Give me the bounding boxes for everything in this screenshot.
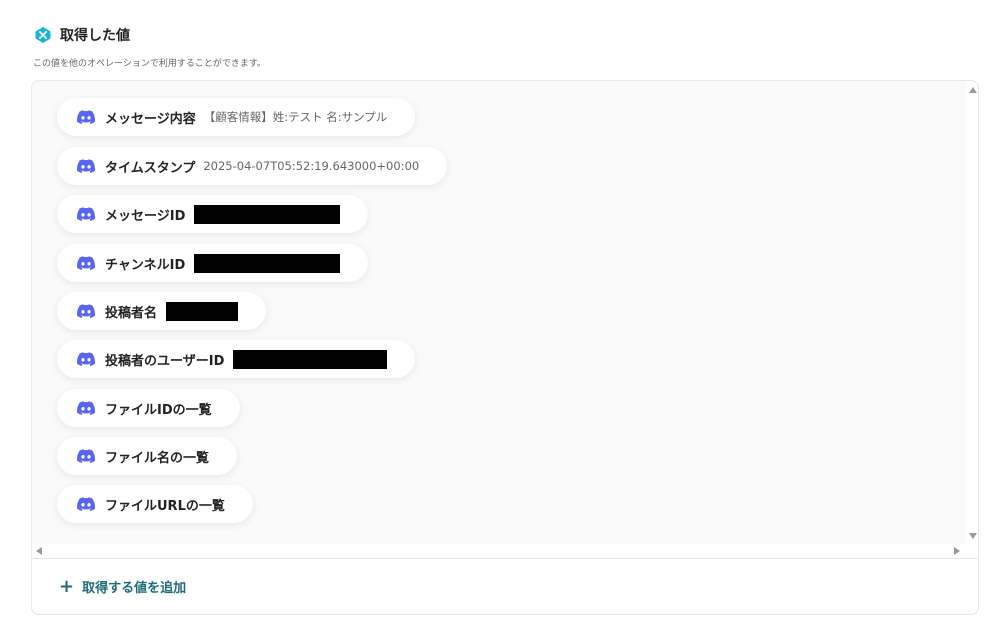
yoom-x-icon xyxy=(35,27,51,43)
value-chip-file-url-list[interactable]: ファイルURLの一覧 xyxy=(57,485,253,523)
value-label: ファイルIDの一覧 xyxy=(105,402,212,418)
plus-icon: + xyxy=(59,575,75,597)
value-chip-channel-id[interactable]: チャンネルID xyxy=(57,244,369,282)
value-chip-file-name-list[interactable]: ファイル名の一覧 xyxy=(57,437,238,475)
values-panel: メッセージ内容 【顧客情報】姓:テスト 名:サンプル タイムスタンプ 2025-… xyxy=(31,80,979,615)
section-title: 取得した値 xyxy=(60,28,130,44)
values-list: メッセージ内容 【顧客情報】姓:テスト 名:サンプル タイムスタンプ 2025-… xyxy=(32,81,966,544)
vertical-scrollbar[interactable] xyxy=(966,81,978,544)
redacted-value xyxy=(233,349,388,369)
add-value-button[interactable]: + 取得する値を追加 xyxy=(59,577,186,596)
redacted-value xyxy=(194,204,341,224)
horizontal-scrollbar[interactable] xyxy=(32,544,978,558)
discord-icon xyxy=(77,207,95,221)
value-preview: 【顧客情報】姓:テスト 名:サンプル xyxy=(203,110,388,124)
scroll-down-arrow[interactable] xyxy=(969,533,977,539)
discord-icon xyxy=(77,110,95,124)
redacted-value xyxy=(194,253,341,273)
redacted-value xyxy=(166,301,239,321)
value-label: ファイルURLの一覧 xyxy=(105,498,225,514)
discord-icon xyxy=(77,304,95,318)
add-value-label: 取得する値を追加 xyxy=(82,581,187,596)
value-label: メッセージID xyxy=(105,208,186,224)
scroll-left-arrow[interactable] xyxy=(36,547,42,555)
discord-icon xyxy=(77,497,95,511)
value-chip-author-name[interactable]: 投稿者名 xyxy=(57,292,267,330)
section-header: 取得した値 xyxy=(34,25,130,45)
value-chip-file-id-list[interactable]: ファイルIDの一覧 xyxy=(57,389,240,427)
value-chip-message-id[interactable]: メッセージID xyxy=(57,195,369,233)
discord-icon xyxy=(77,256,95,270)
scroll-up-arrow[interactable] xyxy=(969,87,977,93)
value-label: チャンネルID xyxy=(105,257,186,273)
discord-icon xyxy=(77,449,95,463)
discord-icon xyxy=(77,401,95,415)
discord-icon xyxy=(77,159,95,173)
divider xyxy=(32,558,978,559)
value-label: タイムスタンプ xyxy=(105,160,196,176)
value-label: 投稿者のユーザーID xyxy=(105,353,225,369)
value-chip-author-user-id[interactable]: 投稿者のユーザーID xyxy=(57,340,416,378)
value-preview: 2025-04-07T05:52:19.643000+00:00 xyxy=(203,159,420,173)
value-label: メッセージ内容 xyxy=(105,111,196,127)
value-label: 投稿者名 xyxy=(105,305,158,321)
value-chip-message-content[interactable]: メッセージ内容 【顧客情報】姓:テスト 名:サンプル xyxy=(57,98,416,136)
value-label: ファイル名の一覧 xyxy=(105,450,210,466)
discord-icon xyxy=(77,352,95,366)
value-chip-timestamp[interactable]: タイムスタンプ 2025-04-07T05:52:19.643000+00:00 xyxy=(57,147,448,185)
scroll-right-arrow[interactable] xyxy=(954,547,960,555)
section-subtitle: この値を他のオペレーションで利用することができます。 xyxy=(33,59,266,69)
